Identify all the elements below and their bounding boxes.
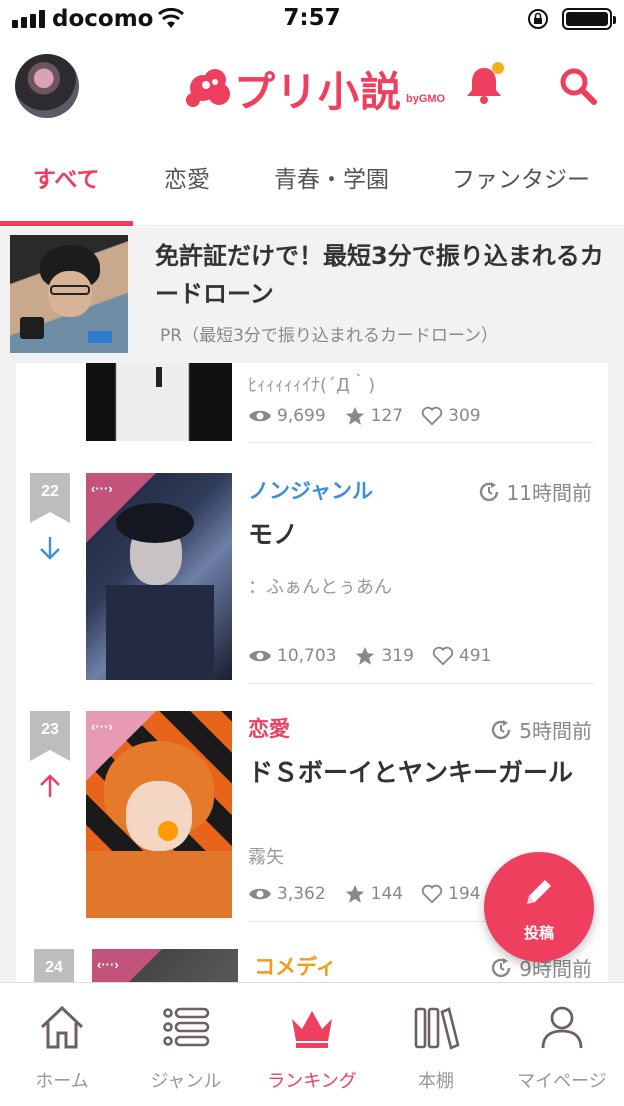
heart-icon	[421, 406, 443, 426]
nav-mypage[interactable]: マイページ	[500, 983, 624, 1106]
star-count: 319	[381, 646, 414, 666]
refresh-clock-icon	[492, 957, 511, 977]
post-button[interactable]: 投稿	[484, 852, 594, 962]
rotation-lock-icon	[528, 9, 548, 29]
novel-genre[interactable]: コメディ	[254, 951, 337, 981]
star-icon	[345, 884, 364, 903]
eye-icon	[249, 888, 271, 900]
view-count: 9,699	[277, 406, 326, 426]
avatar[interactable]	[15, 54, 79, 118]
novel-genre[interactable]: 恋愛	[248, 713, 290, 743]
ad-title: 免許証だけで！最短3分で振り込まれるカードローン	[155, 242, 604, 308]
view-count: 3,362	[277, 884, 326, 904]
novel-author: ：ふぁんとぅあん	[248, 577, 392, 598]
novel-author: 霧矢	[248, 847, 284, 868]
nav-genre[interactable]: ジャンル	[124, 983, 248, 1106]
updated-ago-text: 11時間前	[506, 481, 592, 505]
refresh-clock-icon	[479, 481, 498, 501]
search-button[interactable]	[556, 64, 600, 108]
home-icon	[40, 1005, 84, 1049]
updated-ago: 11時間前	[477, 477, 592, 506]
logo-by-gmo: byGMO	[406, 93, 446, 105]
star-count: 144	[370, 884, 404, 904]
app-logo[interactable]: プリ小説 byGMO	[186, 58, 445, 118]
pencil-icon	[527, 880, 551, 904]
battery-icon	[562, 8, 616, 30]
arrow-up-icon	[38, 773, 62, 805]
ad-thumbnail	[10, 235, 128, 353]
item-divider	[248, 442, 594, 443]
nav-genre-label: ジャンル	[150, 1071, 222, 1092]
active-tab-indicator	[0, 221, 133, 226]
nav-ranking-label: ランキング	[267, 1071, 357, 1092]
novel-stats: 10,703 319 491	[248, 645, 509, 667]
novel-title[interactable]: ドＳボーイとヤンキーガール	[248, 755, 588, 791]
eye-icon	[249, 410, 271, 422]
post-button-label: 投稿	[523, 924, 554, 942]
novel-cover: ‹···›	[86, 473, 232, 680]
nav-bookshelf-label: 本棚	[418, 1071, 454, 1092]
bookshelf-icon	[414, 1007, 460, 1050]
notification-button[interactable]	[462, 62, 506, 106]
updated-ago: 5時間前	[489, 715, 592, 744]
ad-pr-label: PR（最短3分で振り込まれるカードローン）	[160, 326, 499, 346]
tab-fantasy[interactable]: ファンタジー	[452, 160, 590, 194]
novel-cover	[86, 363, 232, 441]
novel-genre[interactable]: ノンジャンル	[248, 475, 373, 505]
status-bar: docomo 7:57	[0, 0, 624, 38]
list-item[interactable]: ﾋｨｨｨｨｨｲﾅ(´Д｀) 9,699 127 309	[16, 363, 608, 443]
bottom-navigation: ホーム ジャンル ランキング 本棚 マイページ	[0, 982, 624, 1106]
novel-cover: ‹···›	[92, 949, 238, 982]
novel-stats: 9,699 127 309	[248, 405, 499, 427]
item-divider	[248, 683, 594, 684]
nav-mypage-label: マイページ	[517, 1071, 607, 1092]
novel-title[interactable]: モノ	[248, 517, 588, 553]
novel-cover: ‹···›	[86, 711, 232, 918]
star-count: 127	[370, 406, 404, 426]
heart-icon	[421, 884, 443, 904]
logo-text: プリ小説	[234, 68, 402, 116]
app-header: プリ小説 byGMO	[0, 40, 624, 140]
notification-badge	[492, 62, 504, 74]
tab-romance[interactable]: 恋愛	[164, 160, 210, 194]
tab-youth-school[interactable]: 青春・学園	[274, 160, 389, 194]
like-count: 309	[448, 406, 481, 426]
nav-ranking[interactable]: ランキング	[250, 983, 374, 1106]
rank-badge: 24	[34, 949, 74, 982]
person-icon	[541, 1006, 583, 1049]
star-icon	[345, 406, 364, 425]
list-item[interactable]: 22 ‹···› ノンジャンル 11時間前 モノ ：ふぁんとぅあん 10,703…	[16, 469, 608, 699]
search-icon	[560, 68, 597, 105]
view-count: 10,703	[277, 646, 337, 666]
nav-bookshelf[interactable]: 本棚	[374, 983, 498, 1106]
star-icon	[356, 646, 375, 665]
nav-home[interactable]: ホーム	[0, 983, 124, 1106]
like-count: 491	[458, 646, 492, 666]
ad-banner[interactable]: 免許証だけで！最短3分で振り込まれるカードローン PR（最短3分で振り込まれるカ…	[10, 227, 614, 353]
novel-author: ﾋｨｨｨｨｨｲﾅ(´Д｀)	[248, 375, 376, 396]
arrow-down-icon	[38, 535, 62, 567]
crown-icon	[292, 1011, 332, 1048]
novel-stats: 3,362 144 194	[248, 883, 499, 905]
list-icon	[163, 1007, 210, 1047]
rank-badge: 23	[30, 711, 70, 761]
refresh-clock-icon	[492, 719, 511, 739]
logo-mark-icon	[186, 67, 232, 109]
rank-badge: 22	[30, 473, 70, 523]
like-count: 194	[448, 884, 481, 904]
nav-home-label: ホーム	[35, 1071, 89, 1092]
eye-icon	[249, 650, 271, 662]
heart-icon	[432, 646, 454, 666]
genre-tabs: すべて 恋愛 青春・学園 ファンタジー	[0, 140, 624, 226]
updated-ago-text: 5時間前	[519, 719, 592, 743]
cover-badge: ‹···›	[92, 949, 162, 982]
tab-all[interactable]: すべて	[33, 160, 99, 194]
